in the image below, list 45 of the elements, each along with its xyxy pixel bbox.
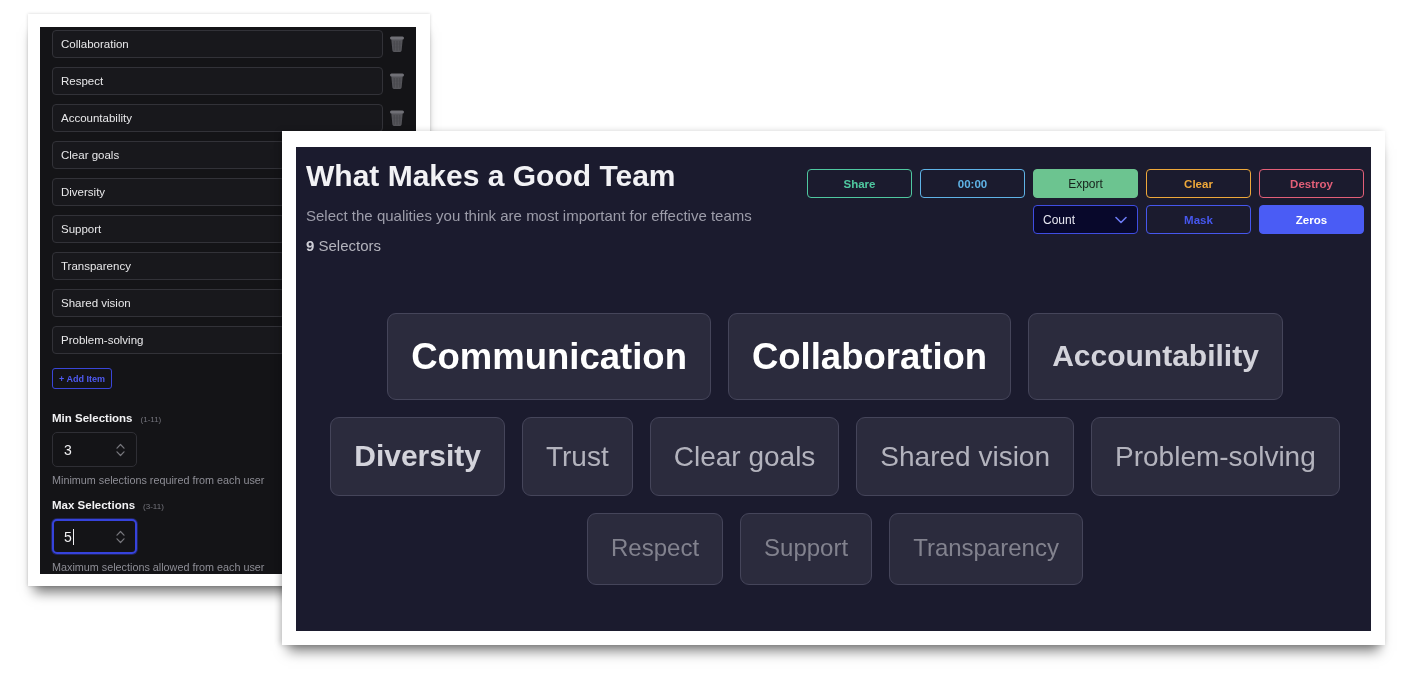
subtitle: Select the qualities you think are most important for effective teams bbox=[306, 207, 752, 225]
quality-option[interactable]: Clear goals bbox=[649, 416, 840, 496]
field-label: Max Selections bbox=[52, 498, 136, 513]
text-field[interactable]: Transparency bbox=[52, 252, 285, 280]
number-field[interactable]: 3 bbox=[52, 432, 137, 467]
quality-option[interactable]: Respect bbox=[587, 512, 724, 585]
selector-count: 9 Selectors bbox=[306, 237, 382, 255]
toolbar-button[interactable]: Zeros bbox=[1259, 205, 1364, 234]
number-field[interactable]: 5 bbox=[52, 519, 137, 554]
trash-icon[interactable] bbox=[390, 73, 404, 89]
quality-option[interactable]: Transparency bbox=[889, 512, 1083, 585]
dropdown[interactable]: Count bbox=[1033, 205, 1138, 234]
text-field[interactable]: Diversity bbox=[52, 178, 285, 206]
stepper-icon[interactable] bbox=[116, 442, 125, 457]
toolbar-button[interactable]: Share bbox=[807, 169, 912, 198]
quality-option[interactable]: Support bbox=[740, 512, 873, 585]
quality-option[interactable]: Accountability bbox=[1028, 313, 1283, 400]
page-title: What Makes a Good Team bbox=[306, 158, 676, 194]
toolbar-button[interactable]: Clear bbox=[1146, 169, 1251, 198]
add-item-button[interactable]: + Add Item bbox=[52, 368, 112, 389]
quality-option[interactable]: Shared vision bbox=[856, 416, 1074, 496]
quality-option[interactable]: Communication bbox=[387, 313, 711, 400]
toolbar-button[interactable]: Destroy bbox=[1259, 169, 1364, 198]
quality-option[interactable]: Problem-solving bbox=[1091, 416, 1340, 496]
trash-icon[interactable] bbox=[390, 36, 404, 52]
toolbar-button[interactable]: 00:00 bbox=[920, 169, 1025, 198]
trash-icon[interactable] bbox=[390, 110, 404, 126]
help-text: Maximum selections allowed from each user bbox=[52, 560, 265, 574]
text-field[interactable]: Respect bbox=[52, 67, 383, 95]
range-hint: (3-11) bbox=[143, 501, 164, 513]
quality-option[interactable]: Trust bbox=[521, 416, 633, 496]
text-field[interactable]: Clear goals bbox=[52, 141, 285, 169]
text-field[interactable]: Support bbox=[52, 215, 285, 243]
text-field[interactable]: Collaboration bbox=[52, 30, 383, 58]
quality-option[interactable]: Collaboration bbox=[727, 313, 1012, 400]
help-text: Minimum selections required from each user bbox=[52, 473, 265, 487]
quality-option[interactable]: Diversity bbox=[330, 416, 505, 496]
text-field[interactable]: Problem-solving bbox=[52, 326, 285, 354]
text-field[interactable]: Accountability bbox=[52, 104, 383, 132]
stepper-icon[interactable] bbox=[116, 529, 125, 544]
text-field[interactable]: Shared vision bbox=[52, 289, 285, 317]
toolbar-button[interactable]: Export bbox=[1033, 169, 1138, 198]
chevron-down-icon[interactable] bbox=[1115, 215, 1127, 224]
field-label: Min Selections bbox=[52, 411, 133, 426]
range-hint: (1-11) bbox=[140, 414, 162, 426]
